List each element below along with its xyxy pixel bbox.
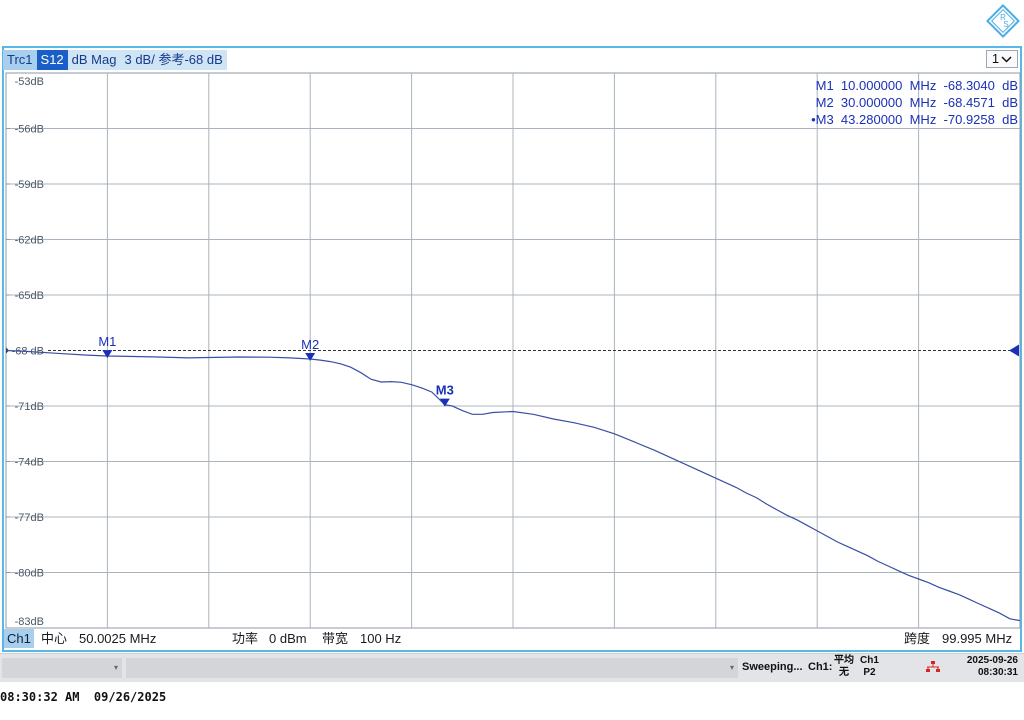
port-value: P2	[863, 667, 876, 678]
marker-label[interactable]: M3	[436, 383, 454, 398]
span-label: 跨度	[904, 631, 931, 646]
dropdown-arrow-icon: ▾	[113, 663, 118, 672]
averaging-status: 平均 无	[834, 655, 854, 679]
bandwidth-value[interactable]: 100 Hz	[360, 629, 401, 648]
span-value[interactable]: 99.995 MHz	[942, 629, 1012, 648]
status-channel: Ch1:	[808, 661, 833, 673]
marker-label[interactable]: M1	[98, 334, 116, 349]
power-value[interactable]: 0 dBm	[269, 629, 307, 648]
dropdown-arrow-icon: ▾	[729, 663, 734, 672]
y-tick-label: -77dB	[15, 512, 44, 524]
center-value[interactable]: 50.0025 MHz	[79, 629, 156, 648]
y-tick-label: -71dB	[15, 401, 44, 413]
network-icon	[926, 661, 940, 672]
marker-readout-m1[interactable]: M1 10.000000 MHz -68.3040 dB	[816, 78, 1018, 93]
marker-label[interactable]: M2	[301, 337, 319, 352]
sweep-status: Sweeping...	[742, 661, 803, 673]
y-tick-label: -83dB	[15, 616, 44, 628]
center-label: 中心	[41, 631, 68, 646]
channel-tag[interactable]: Ch1	[4, 629, 34, 648]
marker-readout-m2[interactable]: M2 30.000000 MHz -68.4571 dB	[816, 95, 1018, 110]
port-status: Ch1 P2	[860, 655, 879, 679]
instrument-date: 2025-09-26	[966, 655, 1018, 666]
status-field-main[interactable]: ▾	[126, 658, 738, 678]
port-channel: Ch1	[860, 655, 879, 666]
y-tick-label: -74dB	[15, 457, 44, 469]
y-tick-label: -56dB	[15, 124, 44, 136]
y-tick-label: -65dB	[15, 290, 44, 302]
y-tick-label: -80dB	[15, 568, 44, 580]
status-bar: ▾ ▾ Sweeping... Ch1: 平均 无 Ch1 P2 2025-09…	[0, 653, 1024, 682]
power-label: 功率	[232, 631, 259, 646]
marker-readout-m3[interactable]: •M3 43.280000 MHz -70.9258 dB	[811, 112, 1018, 127]
y-tick-label: -53dB	[15, 76, 44, 88]
instrument-time: 08:30:31	[977, 667, 1018, 678]
instrument-datetime: 2025-09-26 08:30:31	[958, 655, 1018, 679]
averaging-value: 无	[839, 667, 849, 678]
averaging-label: 平均	[834, 655, 854, 666]
status-field-left[interactable]: ▾	[2, 658, 122, 678]
y-tick-label: -59dB	[15, 179, 44, 191]
os-clock: 08:30:32 AM 09/26/2025	[0, 690, 167, 704]
y-tick-label: -62dB	[15, 235, 44, 247]
bandwidth-label: 带宽	[322, 631, 349, 646]
channel-footer: Ch1 中心 50.0025 MHz 功率 0 dBm 带宽 100 Hz 跨度…	[4, 629, 1020, 648]
